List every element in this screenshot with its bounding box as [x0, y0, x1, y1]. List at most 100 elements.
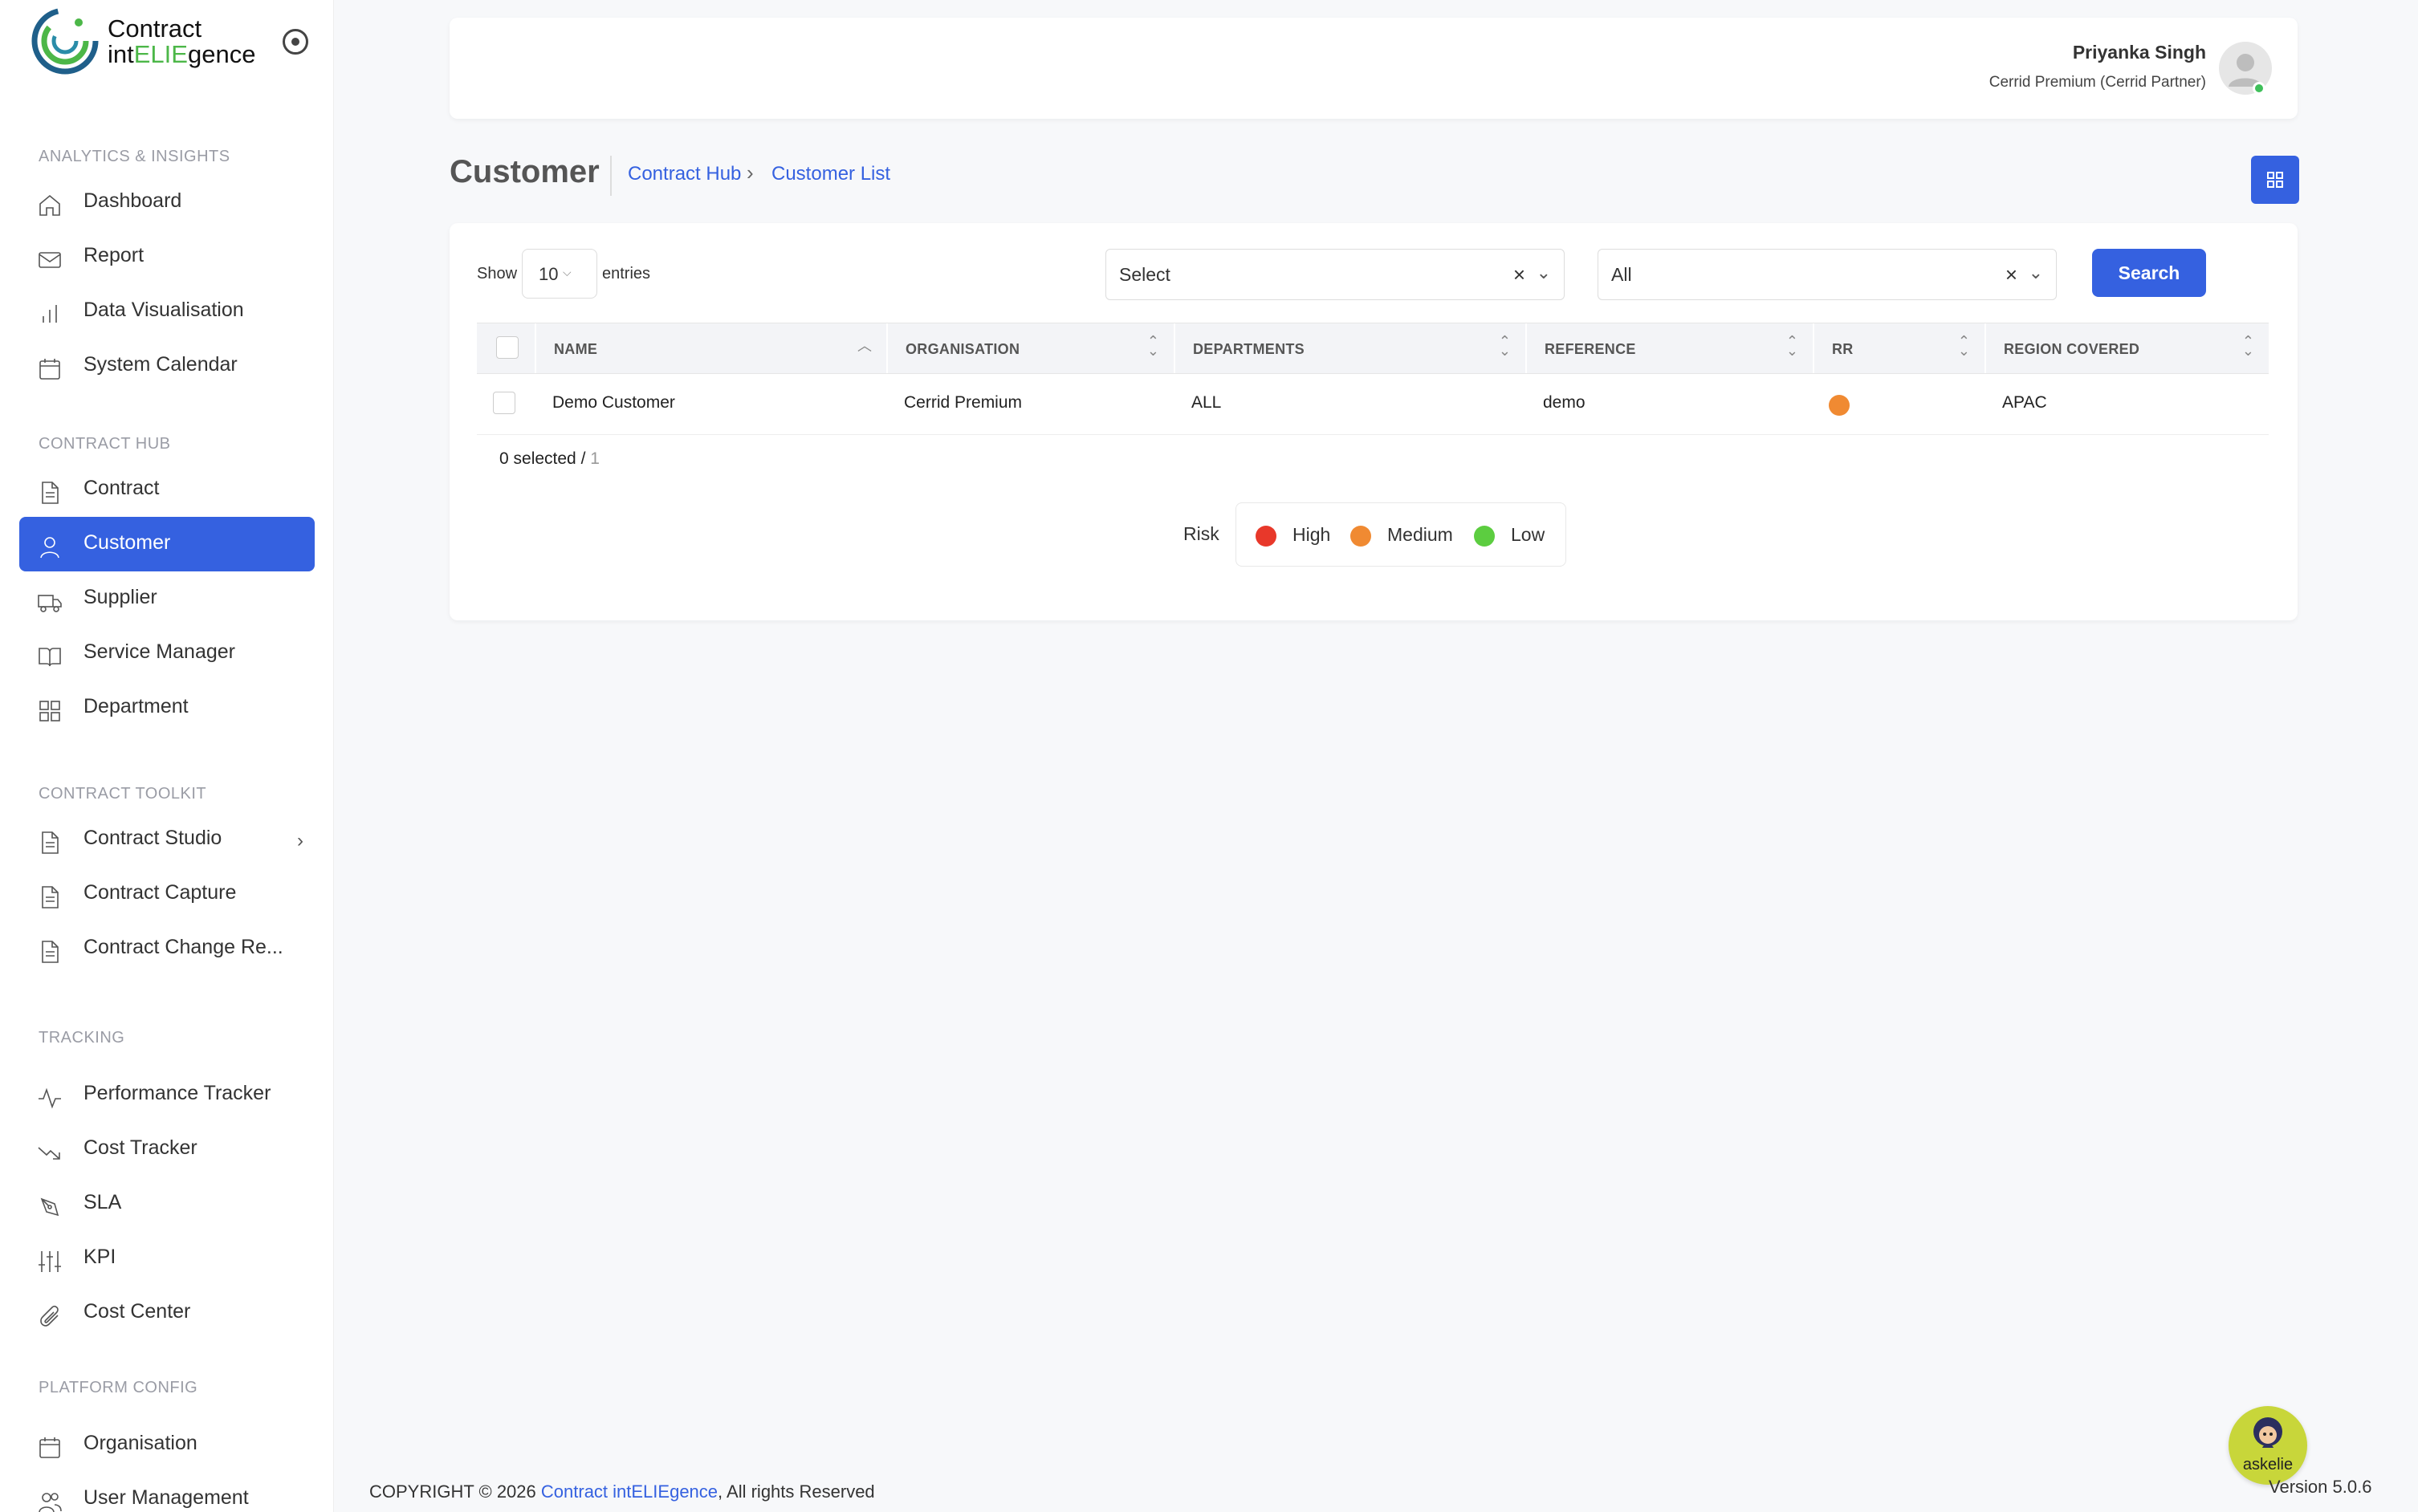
sort-icon: ⌃ ⌄	[2241, 333, 2254, 359]
customer-list-card: Show 10 ⌵ entries Select × ⌄ All × ⌄ Sea…	[450, 223, 2298, 620]
search-button[interactable]: Search	[2092, 249, 2206, 297]
sidebar-section-contract-toolkit: CONTRACT TOOLKIT	[39, 785, 207, 803]
sidebar-item-label: Contract Capture	[83, 881, 237, 904]
brand-line2: intELIEgence	[108, 40, 256, 68]
table-header: NAME ︿ ORGANISATION ⌃ ⌄ DEPARTMENTS ⌃ ⌄ RE…	[477, 323, 2269, 374]
sidebar-item-data-visualisation[interactable]: Data Visualisation	[19, 284, 315, 339]
sidebar-item-sla[interactable]: SLA	[19, 1177, 315, 1231]
chevron-right-icon: ›	[297, 830, 303, 852]
sidebar-item-label: SLA	[83, 1191, 122, 1213]
column-header-region-covered[interactable]: REGION COVERED ⌃ ⌄	[1986, 323, 2269, 373]
column-header-reference[interactable]: REFERENCE ⌃ ⌄	[1527, 323, 1814, 373]
document-icon	[37, 884, 63, 910]
sidebar-item-system-calendar[interactable]: System Calendar	[19, 339, 315, 393]
sidebar-item-contract-capture[interactable]: Contract Capture	[19, 867, 315, 921]
grid-icon	[37, 698, 63, 724]
breadcrumb-customer-list[interactable]: Customer List	[771, 163, 890, 185]
table-row[interactable]: Demo Customer Cerrid Premium ALL demo AP…	[477, 374, 2269, 435]
askelie-label: askelie	[2242, 1456, 2294, 1473]
entries-per-page-select[interactable]: 10 ⌵	[522, 249, 597, 299]
document-icon	[37, 830, 63, 856]
truck-icon	[37, 589, 63, 615]
clear-icon[interactable]: ×	[1513, 262, 1525, 287]
sidebar-item-supplier[interactable]: Supplier	[19, 571, 315, 626]
column-header-organisation[interactable]: ORGANISATION ⌃ ⌄	[888, 323, 1175, 373]
risk-high-dot	[1256, 526, 1276, 547]
select-all-checkbox[interactable]	[496, 336, 519, 359]
risk-low-label: Low	[1511, 524, 1545, 545]
sidebar-item-kpi[interactable]: KPI	[19, 1231, 315, 1286]
clear-icon[interactable]: ×	[2005, 262, 2017, 287]
askelie-assistant-button[interactable]: askelie	[2229, 1406, 2307, 1485]
sidebar-item-label: Data Visualisation	[83, 299, 244, 321]
calendar-icon	[37, 356, 63, 382]
column-header-name[interactable]: NAME ︿	[536, 323, 888, 373]
risk-legend: High Medium Low	[1235, 502, 1566, 567]
sort-icon: ⌃ ⌄	[1785, 333, 1798, 359]
sidebar-section-platform-config: PLATFORM CONFIG	[39, 1379, 198, 1396]
chevron-down-icon: ⌵	[563, 266, 572, 278]
cell-name[interactable]: Demo Customer	[552, 393, 675, 413]
column-header-departments[interactable]: DEPARTMENTS ⌃ ⌄	[1175, 323, 1527, 373]
calendar-icon	[37, 1435, 63, 1461]
document-icon	[37, 480, 63, 506]
user-icon	[37, 534, 63, 560]
risk-medium-dot	[1350, 526, 1371, 547]
sidebar-item-department[interactable]: Department	[19, 681, 315, 735]
sidebar-item-contract-studio[interactable]: Contract Studio ›	[19, 812, 315, 867]
risk-low-dot	[1474, 526, 1495, 547]
sidebar-item-label: Contract	[83, 477, 160, 499]
chevron-down-icon[interactable]: ⌄	[1537, 262, 1551, 283]
assistant-avatar-icon	[2253, 1417, 2282, 1448]
sidebar-item-report[interactable]: Report	[19, 230, 315, 284]
sidebar-collapse-icon[interactable]	[283, 29, 308, 55]
chevron-right-icon: ›	[747, 161, 754, 185]
sidebar-item-performance-tracker[interactable]: Performance Tracker	[19, 1067, 315, 1122]
sidebar-item-dashboard[interactable]: Dashboard	[19, 175, 315, 230]
cell-region: APAC	[2002, 393, 2047, 412]
sidebar-item-user-management[interactable]: User Management	[19, 1472, 315, 1512]
show-label: Show	[477, 265, 518, 282]
version-label: Version 5.0.6	[2269, 1477, 2372, 1497]
sidebar-section-contract-hub: CONTRACT HUB	[39, 435, 171, 453]
sidebar-item-label: Performance Tracker	[83, 1082, 271, 1104]
sidebar-item-label: Cost Tracker	[83, 1136, 197, 1159]
bar-chart-icon	[37, 302, 63, 327]
sidebar-item-cost-center[interactable]: Cost Center	[19, 1286, 315, 1340]
sort-icon: ⌃ ⌄	[1498, 333, 1511, 359]
customer-table: NAME ︿ ORGANISATION ⌃ ⌄ DEPARTMENTS ⌃ ⌄ RE…	[477, 323, 2269, 435]
sidebar-item-label: Cost Center	[83, 1300, 191, 1323]
sidebar-item-organisation[interactable]: Organisation	[19, 1417, 315, 1472]
grid-view-button[interactable]	[2251, 156, 2299, 204]
filter-select-1[interactable]: Select × ⌄	[1105, 249, 1565, 300]
risk-medium-label: Medium	[1387, 524, 1453, 545]
entries-label: entries	[602, 265, 651, 282]
pen-tool-icon	[37, 1194, 63, 1220]
brand-line1: Contract	[108, 14, 202, 43]
footer-copyright: COPYRIGHT © 2026 Contract intELIEgence, …	[369, 1482, 875, 1502]
chevron-down-icon[interactable]: ⌄	[2029, 262, 2043, 283]
sidebar-item-label: Report	[83, 244, 145, 266]
sidebar-item-contract-change-re[interactable]: Contract Change Re...	[19, 921, 315, 976]
row-checkbox[interactable]	[493, 392, 515, 414]
sort-asc-icon: ︿	[857, 338, 872, 354]
grid-icon	[2267, 172, 2283, 188]
sidebar-item-label: Contract Change Re...	[83, 936, 283, 958]
sidebar-item-contract[interactable]: Contract	[19, 462, 315, 517]
online-status-dot	[2253, 82, 2265, 95]
filter-select-2[interactable]: All × ⌄	[1598, 249, 2057, 300]
column-header-rr[interactable]: RR ⌃ ⌄	[1814, 323, 1986, 373]
logo-mark-icon	[31, 7, 99, 75]
user-role: Cerrid Premium (Cerrid Partner)	[1989, 74, 2206, 91]
sidebar-item-cost-tracker[interactable]: Cost Tracker	[19, 1122, 315, 1177]
sidebar-item-service-manager[interactable]: Service Manager	[19, 626, 315, 681]
sidebar-item-label: KPI	[83, 1246, 116, 1268]
brand-logo[interactable]: Contract intELIEgence	[31, 6, 271, 79]
risk-high-label: High	[1292, 524, 1331, 545]
breadcrumb-contract-hub[interactable]: Contract Hub	[628, 163, 741, 185]
cell-departments: ALL	[1191, 393, 1222, 412]
sidebar-item-customer[interactable]: Customer	[19, 517, 315, 571]
select-all-cell	[477, 323, 536, 373]
footer-link[interactable]: Contract intELIEgence	[541, 1482, 718, 1502]
sidebar-item-label: Customer	[83, 531, 171, 554]
